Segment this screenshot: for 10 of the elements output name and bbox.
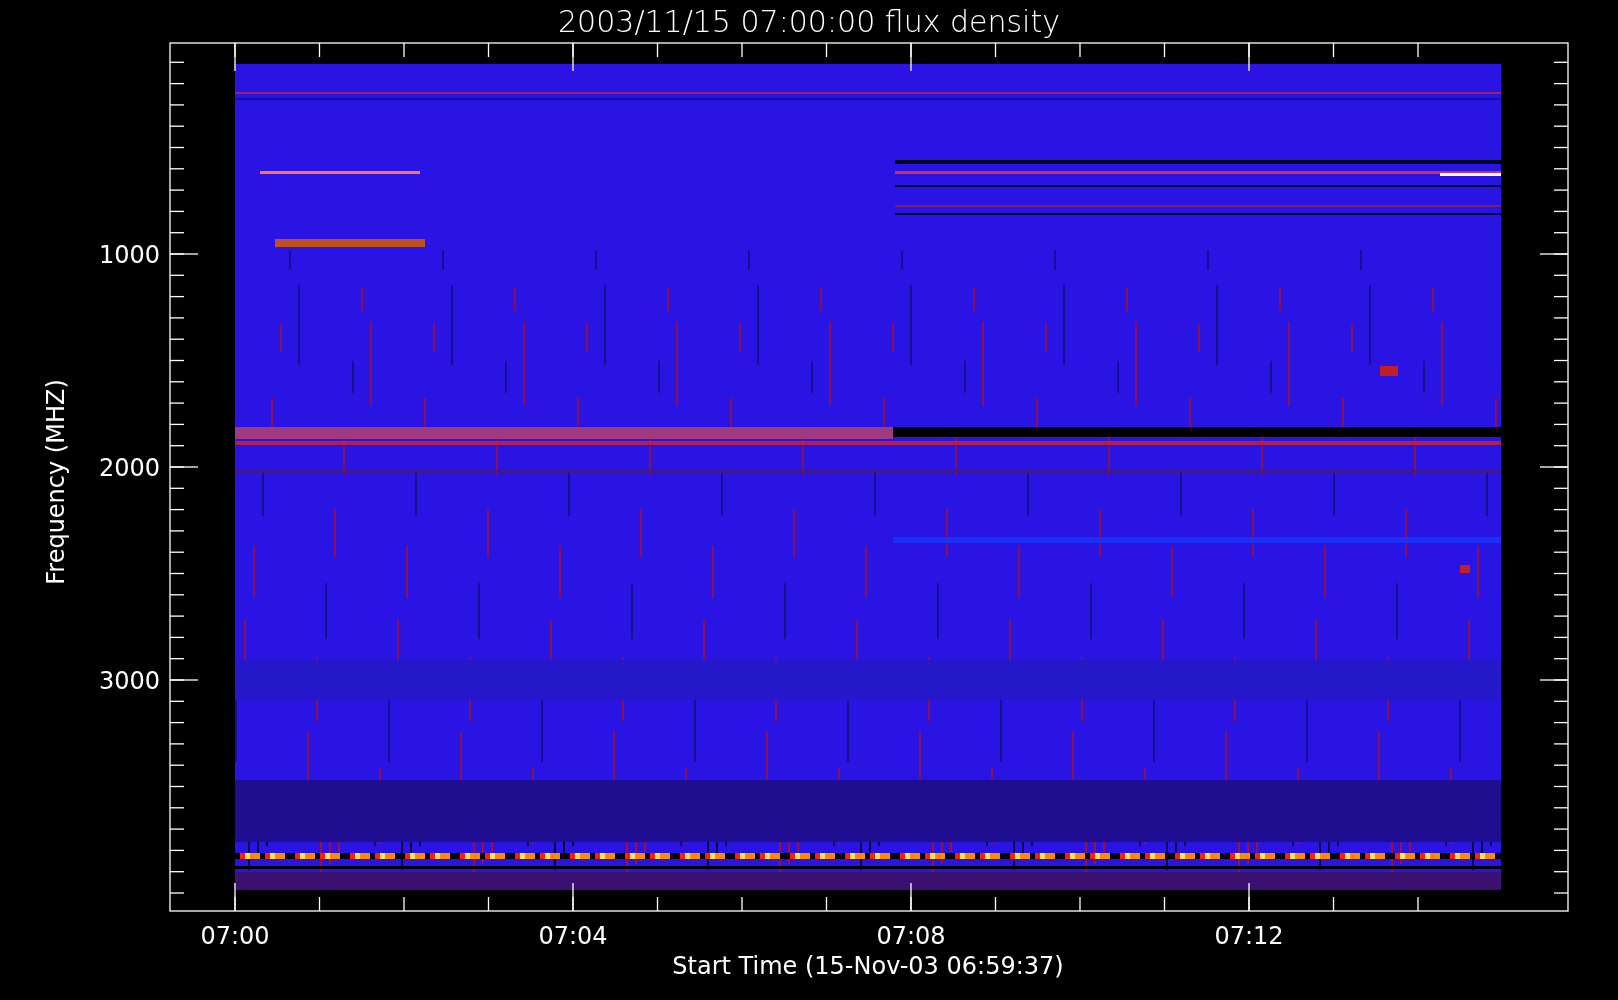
x-tick-label: 07:04	[538, 922, 608, 950]
y-tick-label: 3000	[98, 667, 160, 695]
y-tick-label: 2000	[98, 454, 160, 482]
x-tick-label: 07:08	[876, 922, 946, 950]
chart-title: 2003/11/15 07:00:00 flux density	[558, 4, 1060, 39]
x-tick-label: 07:00	[200, 922, 270, 950]
y-tick-label: 1000	[98, 241, 160, 269]
y-axis-label: Frequency (MHZ)	[42, 379, 70, 585]
x-tick-label: 07:12	[1214, 922, 1284, 950]
x-axis-label: Start Time (15-Nov-03 06:59:37)	[672, 952, 1064, 980]
